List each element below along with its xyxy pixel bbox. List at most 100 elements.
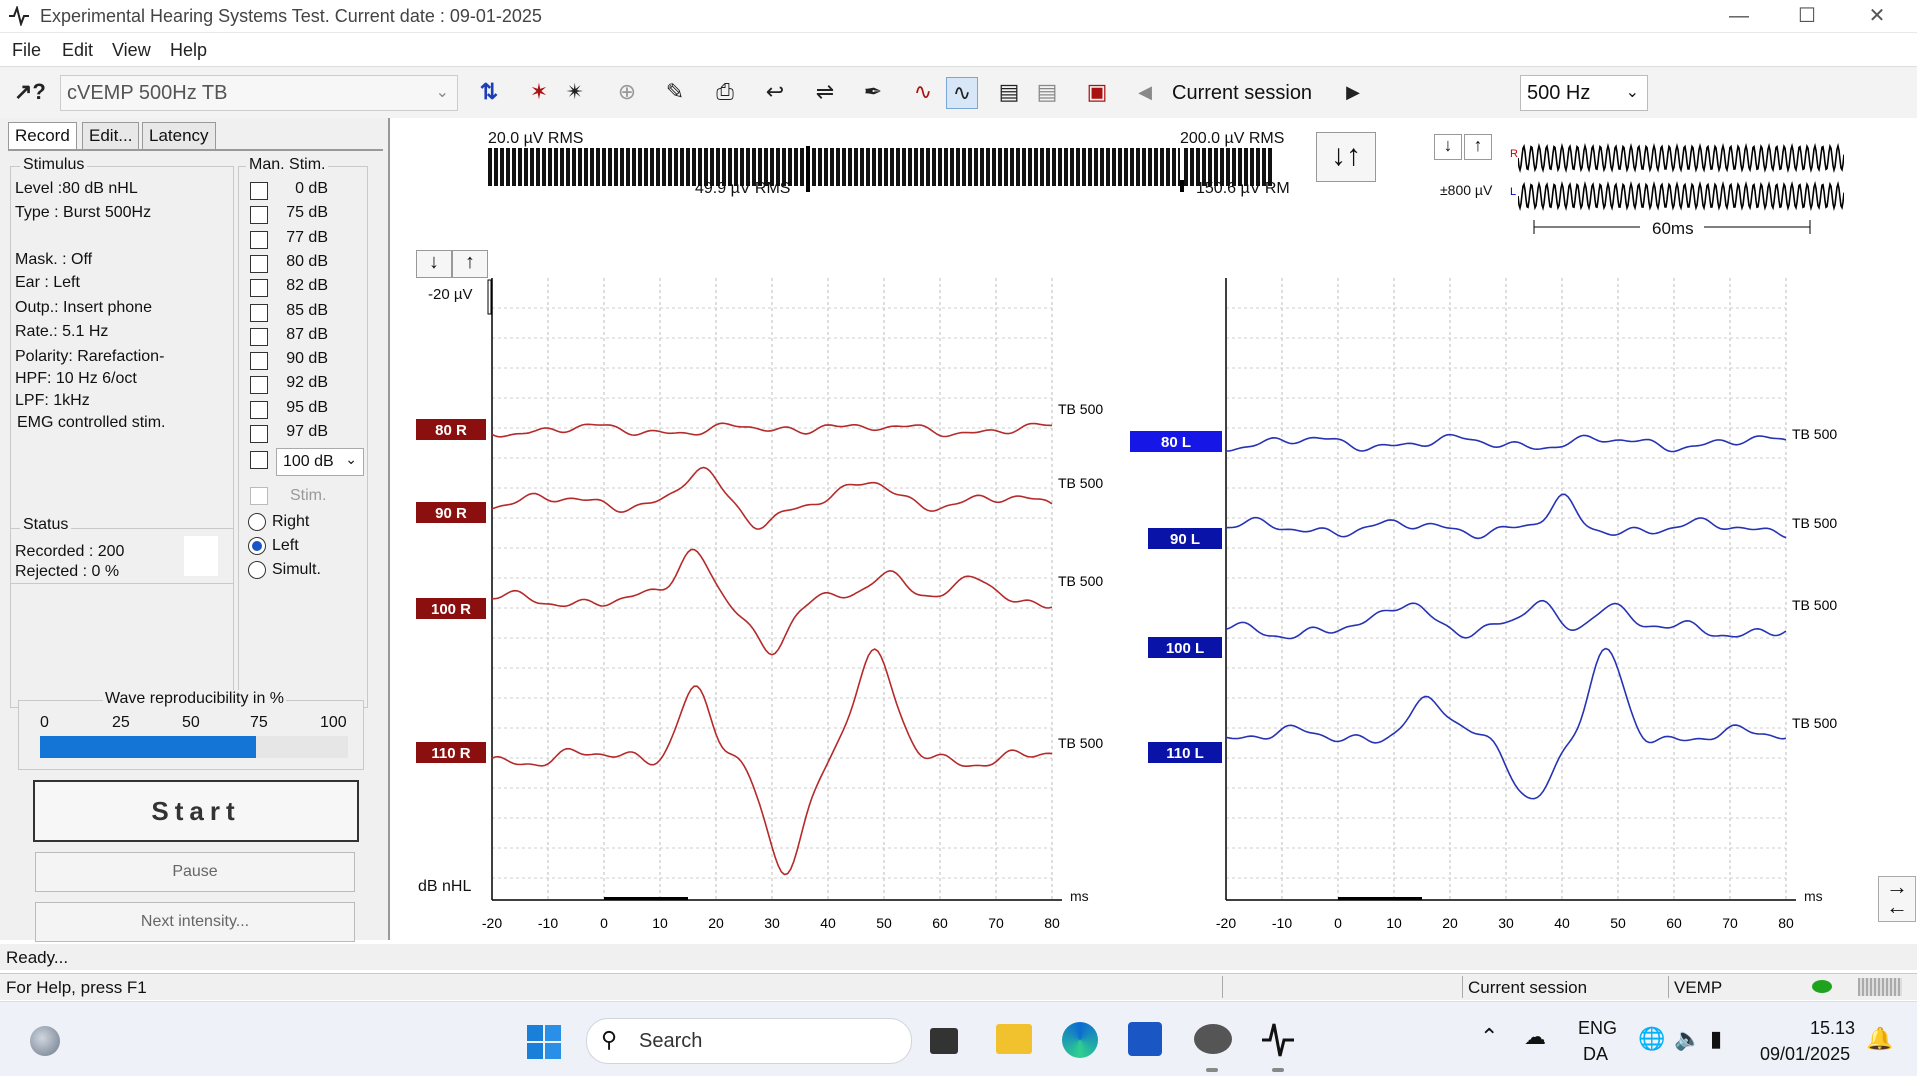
minimize-button[interactable]: — — [1716, 2, 1762, 30]
checkbox-level[interactable] — [250, 425, 268, 443]
checkbox-level[interactable] — [250, 230, 268, 249]
menu-edit[interactable]: Edit — [62, 40, 93, 61]
chevron-down-icon: ⌄ — [345, 451, 357, 467]
checkbox-level[interactable] — [250, 303, 268, 322]
start-button[interactable]: Start — [33, 780, 359, 842]
window-title: Experimental Hearing Systems Test. Curre… — [40, 6, 542, 26]
left-trace-label: 100 L — [1166, 640, 1204, 657]
store-icon[interactable] — [1128, 1022, 1162, 1056]
trace-type-label: TB 500 — [1792, 426, 1837, 442]
radio-simult[interactable] — [248, 561, 266, 579]
save-icon[interactable]: ▣ — [1082, 77, 1112, 107]
tray-chevron-icon[interactable]: ⌃ — [1480, 1024, 1498, 1050]
up-arrows-icon[interactable]: ⇅ — [474, 77, 504, 107]
wave-marker2-icon[interactable]: ✴ — [560, 77, 590, 107]
level-dropdown-value: 100 dB — [283, 453, 334, 470]
trace-type-label: TB 500 — [1058, 475, 1103, 491]
main-plot-area: 20.0 µV RMS 200.0 µV RMS 49.9 µV RMS 150… — [390, 118, 1917, 940]
radio-simult-label: Simult. — [272, 561, 321, 578]
radio-left[interactable] — [248, 537, 266, 555]
language-da[interactable]: DA — [1583, 1044, 1608, 1065]
tab-edit[interactable]: Edit... — [82, 122, 140, 149]
waveform-icon[interactable]: ∿ — [908, 77, 938, 107]
checkbox-level[interactable] — [250, 254, 268, 273]
x-tick-label: 20 — [708, 915, 724, 931]
scale-bar — [487, 279, 492, 315]
trace-type-label: TB 500 — [1058, 735, 1103, 751]
windows-start-icon[interactable] — [526, 1024, 562, 1060]
volume-icon[interactable]: 🔈 — [1674, 1026, 1701, 1052]
level-label: 92 dB — [286, 374, 328, 392]
x-tick-label: 40 — [1554, 915, 1570, 931]
frequency-select[interactable]: 500 Hz ⌄ — [1520, 75, 1648, 111]
reproducibility-group — [18, 700, 364, 770]
notification-bell-icon[interactable]: 🔔 — [1866, 1026, 1893, 1052]
print-icon[interactable]: ⎙ — [710, 77, 740, 107]
repro-tick-25: 25 — [112, 714, 130, 731]
stim-output: Outp.: Insert phone — [15, 299, 152, 316]
battery-icon[interactable]: ▮ — [1710, 1026, 1722, 1052]
status-divider — [1222, 976, 1223, 998]
left-trace-label: 110 L — [1166, 745, 1204, 762]
network-icon[interactable]: 🌐 — [1638, 1026, 1665, 1052]
edit-icon[interactable]: ✎ — [660, 77, 690, 107]
checkbox-level[interactable] — [250, 376, 268, 395]
radio-right[interactable] — [248, 513, 266, 531]
tab-record[interactable]: Record — [8, 122, 77, 149]
menu-view[interactable]: View — [112, 40, 151, 61]
report2-icon[interactable]: ▤ — [1032, 77, 1062, 107]
checkbox-level[interactable] — [250, 327, 268, 346]
taskbar-search[interactable]: ⚲ Search — [586, 1018, 912, 1064]
widgets-icon[interactable] — [30, 1026, 60, 1056]
checkbox-level[interactable] — [250, 279, 268, 298]
repro-tick-0: 0 — [40, 714, 49, 731]
pause-button[interactable]: Pause — [35, 852, 355, 892]
level-label: 0 dB — [295, 180, 328, 197]
status-bar: For Help, press F1 Current session VEMP — [0, 973, 1917, 1000]
wave-marker-icon[interactable]: ✶ — [524, 77, 554, 107]
protocol-select[interactable]: cVEMP 500Hz TB ⌄ — [60, 75, 458, 111]
x-tick-label: 0 — [600, 915, 608, 931]
repro-tick-100: 100 — [320, 714, 347, 731]
clock-date[interactable]: 09/01/2025 — [1760, 1044, 1850, 1065]
checkbox-level[interactable] — [250, 206, 268, 225]
onedrive-icon[interactable]: ☁ — [1524, 1024, 1546, 1050]
file-explorer-icon[interactable] — [996, 1024, 1032, 1054]
checkbox-level[interactable] — [250, 182, 268, 200]
tab-latency[interactable]: Latency — [142, 122, 216, 149]
export-icon[interactable]: ↩ — [760, 77, 790, 107]
app-pinned-icon[interactable] — [1194, 1024, 1232, 1054]
next-intensity-button[interactable]: Next intensity... — [35, 902, 355, 942]
hearing-app-icon[interactable] — [1260, 1020, 1296, 1060]
report-icon[interactable]: ▤ — [994, 77, 1024, 107]
compare-icon[interactable]: ⇌ — [810, 77, 840, 107]
context-help-icon[interactable]: ↗? — [14, 77, 46, 107]
x-tick-label: 10 — [652, 915, 668, 931]
status-indicator — [184, 536, 218, 576]
checkbox-100db[interactable] — [250, 451, 268, 469]
checkbox-level[interactable] — [250, 400, 268, 419]
pen-icon[interactable]: ✒ — [858, 77, 888, 107]
swap-arrows-button[interactable]: → ← — [1878, 876, 1916, 922]
menu-file[interactable]: File — [12, 40, 41, 61]
clock-time[interactable]: 15.13 — [1810, 1018, 1855, 1039]
close-button[interactable]: ✕ — [1854, 2, 1900, 30]
frequency-value: 500 Hz — [1527, 82, 1591, 104]
edge-browser-icon[interactable] — [1062, 1022, 1098, 1058]
disabled-tool-icon[interactable]: ⊕ — [612, 77, 642, 107]
level-label: 87 dB — [286, 325, 328, 343]
previous-session-icon[interactable]: ◀ — [1130, 77, 1160, 107]
stim-checkbox[interactable] — [250, 487, 268, 505]
language-eng[interactable]: ENG — [1578, 1018, 1617, 1039]
task-view-icon[interactable] — [930, 1028, 958, 1054]
status-ready: Ready... — [6, 948, 69, 967]
x-tick-label: 0 — [1334, 915, 1342, 931]
maximize-button[interactable]: ☐ — [1784, 2, 1830, 30]
man-stim-title: Man. Stim. — [246, 156, 329, 174]
level-dropdown[interactable]: 100 dB ⌄ — [276, 448, 364, 476]
next-session-icon[interactable]: ▶ — [1338, 77, 1368, 107]
checkbox-level[interactable] — [250, 352, 268, 371]
stim-polarity: Polarity: Rarefaction- — [15, 348, 165, 365]
waveform-active-icon[interactable]: ∿ — [946, 77, 978, 109]
menu-help[interactable]: Help — [170, 40, 207, 61]
